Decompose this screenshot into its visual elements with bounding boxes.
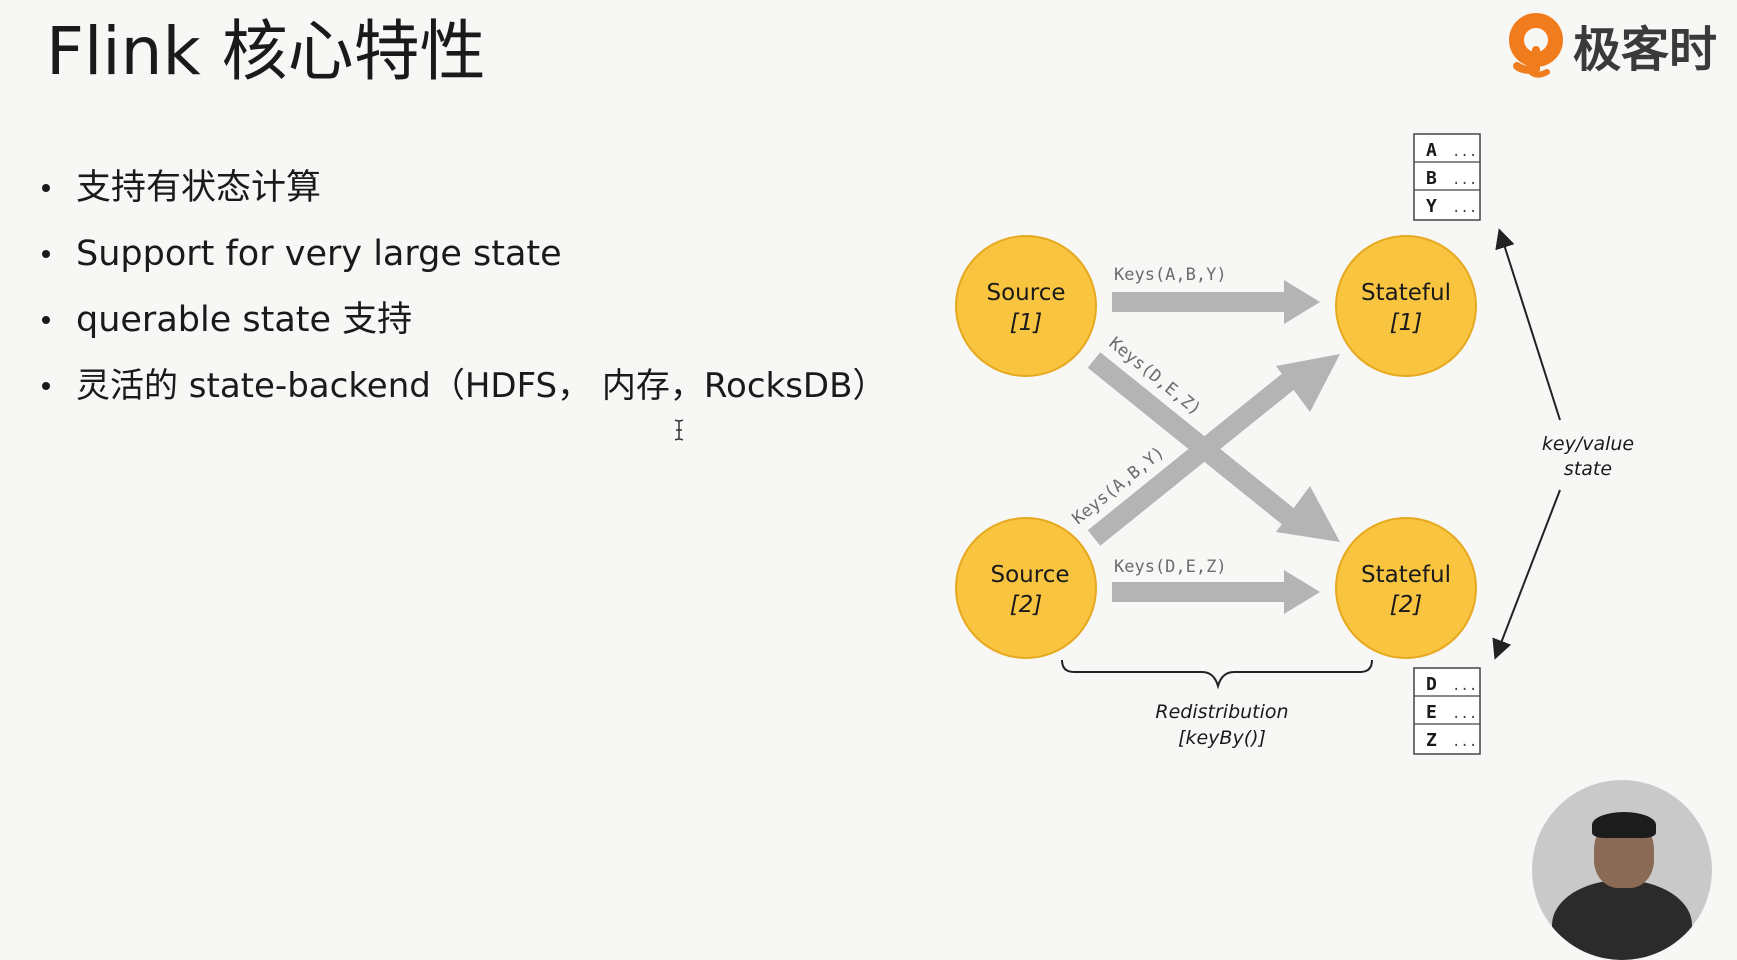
state-value: ... — [1452, 734, 1477, 750]
state-value: ... — [1452, 706, 1477, 722]
geektime-logo-icon — [1509, 13, 1563, 78]
kv-arrow-down — [1492, 489, 1561, 660]
kv-label-line2: state — [1564, 458, 1612, 480]
edge-label-top: Keys(A,B,Y) — [1114, 265, 1227, 285]
state-table-bottom: D ... E ... Z ... — [1413, 667, 1481, 755]
node-index: [1] — [1390, 310, 1423, 336]
presenter-shoulders — [1552, 880, 1692, 960]
keyed-state-diagram: Keys(A,B,Y) Keys(D,E,Z) Keys(D,E,Z) Keys… — [955, 133, 1634, 755]
state-table-top: A ... B ... Y ... — [1413, 133, 1481, 221]
kv-arrow-up — [1495, 228, 1561, 421]
arrow-source1-stateful1 — [1112, 280, 1320, 324]
edge-label-bottom: Keys(D,E,Z) — [1114, 557, 1227, 577]
state-key: A — [1426, 140, 1437, 161]
bullet-item: querable state 支持 — [42, 287, 886, 353]
redistribution-label-line2: [keyBy()] — [1178, 727, 1266, 749]
bullet-dot — [42, 184, 50, 192]
stateful-node-2: Stateful [2] — [1335, 517, 1477, 659]
bullet-text: querable state 支持 — [76, 300, 413, 340]
state-key: D — [1426, 674, 1437, 695]
node-index: [1] — [1010, 310, 1043, 336]
state-value: ... — [1452, 172, 1477, 188]
bullet-dot — [42, 250, 50, 258]
node-index: [2] — [1390, 592, 1423, 618]
source-node-2: Source [2] — [955, 517, 1097, 659]
geektime-logo: 极客时 — [1505, 10, 1717, 80]
logo-text: 极客时 — [1573, 22, 1718, 78]
bullet-text: Support for very large state — [76, 234, 562, 274]
bullet-text: 灵活的 state-backend（HDFS， 内存，RocksDB） — [76, 366, 887, 406]
stateful-node-1: Stateful [1] — [1335, 235, 1477, 377]
node-name: Source — [987, 280, 1066, 306]
bullet-item: 支持有状态计算 — [42, 155, 886, 221]
redistribution-label-line1: Redistribution — [1155, 701, 1288, 723]
kv-label-line1: key/value — [1542, 433, 1634, 455]
node-name: Stateful — [1361, 280, 1451, 306]
bullet-item: Support for very large state — [42, 221, 886, 287]
text-cursor-icon — [674, 419, 684, 441]
bullet-item: 灵活的 state-backend（HDFS， 内存，RocksDB） — [42, 353, 886, 419]
bullet-text: 支持有状态计算 — [76, 168, 322, 208]
bullet-list: 支持有状态计算 Support for very large state que… — [42, 155, 886, 419]
presenter-webcam — [1532, 780, 1712, 960]
node-name: Stateful — [1361, 562, 1451, 588]
state-key: Y — [1426, 196, 1437, 217]
state-key: Z — [1426, 730, 1437, 751]
state-value: ... — [1452, 144, 1477, 160]
presenter-hair — [1592, 812, 1656, 838]
state-value: ... — [1452, 200, 1477, 216]
state-value: ... — [1452, 678, 1477, 694]
bullet-dot — [42, 316, 50, 324]
redistribution-brace — [1061, 659, 1373, 690]
source-node-1: Source [1] — [955, 235, 1097, 377]
node-name: Source — [991, 562, 1070, 588]
bullet-dot — [42, 382, 50, 390]
state-key: B — [1426, 168, 1437, 189]
node-index: [2] — [1010, 592, 1043, 618]
slide-title: Flink 核心特性 — [46, 13, 486, 90]
state-key: E — [1426, 702, 1437, 723]
